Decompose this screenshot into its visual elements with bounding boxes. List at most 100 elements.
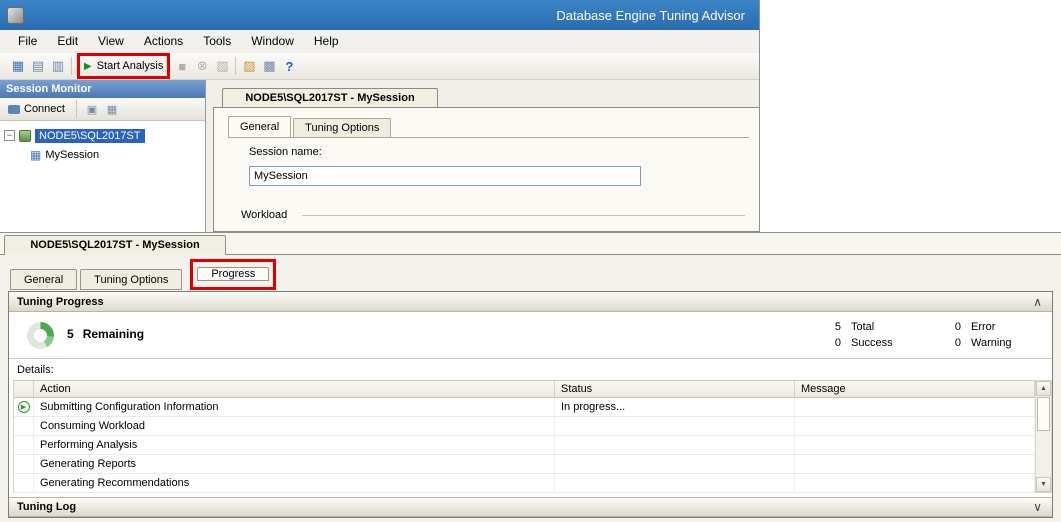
highlight-box-start-analysis: ▶ Start Analysis: [77, 53, 170, 79]
remaining-label: Remaining: [83, 327, 144, 341]
cell-message: [795, 398, 1035, 416]
server-node-label[interactable]: NODE5\SQL2017ST: [35, 129, 145, 143]
cell-message: [795, 474, 1035, 492]
menu-view[interactable]: View: [88, 30, 134, 53]
progress-details-table: Action Status Message ▶ Submitting Confi…: [13, 380, 1035, 493]
stat-error-label: Error: [971, 319, 995, 335]
cell-status: [555, 436, 795, 454]
scroll-down-icon[interactable]: ▼: [1036, 477, 1051, 492]
connect-label: Connect: [24, 103, 65, 115]
cell-message: [795, 417, 1035, 435]
table-row[interactable]: Consuming Workload: [14, 417, 1035, 436]
monitor-sessions-icon[interactable]: ▤: [28, 56, 48, 76]
table-row[interactable]: Generating Recommendations: [14, 474, 1035, 493]
session-document-tab-label: NODE5\SQL2017ST - MySession: [245, 92, 414, 104]
progress-document-tab[interactable]: NODE5\SQL2017ST - MySession: [4, 235, 226, 255]
tab-general[interactable]: General: [228, 116, 291, 137]
toolbar-separator: [71, 57, 72, 75]
details-label: Details:: [17, 364, 54, 376]
progress-document-tab-label: NODE5\SQL2017ST - MySession: [30, 239, 199, 251]
connect-button[interactable]: Connect: [4, 102, 69, 116]
session-node-label[interactable]: MySession: [45, 149, 99, 161]
clone-session-icon[interactable]: ▧: [212, 56, 232, 76]
connect-icon: [8, 105, 20, 114]
start-analysis-label: Start Analysis: [97, 60, 164, 72]
workload-groupbox-line: [302, 215, 745, 216]
cell-action: Performing Analysis: [34, 436, 555, 454]
tab-general-bottom[interactable]: General: [10, 269, 77, 290]
stat-total-label: Total: [851, 319, 874, 335]
session-name-input[interactable]: [249, 166, 641, 186]
cell-action: Submitting Configuration Information: [34, 398, 555, 416]
stat-total: 5 Total: [831, 319, 893, 335]
export-options-icon[interactable]: ▩: [259, 56, 279, 76]
column-header-message[interactable]: Message: [795, 381, 1035, 397]
session-document-panel: General Tuning Options Session name: Wor…: [213, 107, 759, 232]
tab-tuning-options[interactable]: Tuning Options: [293, 118, 391, 137]
tab-progress[interactable]: Progress: [197, 267, 269, 281]
import-options-icon[interactable]: ▨: [239, 56, 259, 76]
collapse-chevron-icon[interactable]: ∧: [1033, 296, 1042, 308]
row-indicator-column-header: [14, 381, 34, 397]
tuning-log-section-bar[interactable]: Tuning Log ∨: [9, 497, 1052, 517]
stat-success-value: 0: [831, 335, 841, 351]
menu-edit[interactable]: Edit: [47, 30, 88, 53]
row-indicator-cell: [14, 417, 34, 435]
refresh-sessions-icon[interactable]: ▦: [104, 103, 120, 116]
cell-action: Generating Reports: [34, 455, 555, 473]
row-indicator-cell: ▶: [14, 398, 34, 416]
cell-status: [555, 455, 795, 473]
stat-error-value: 0: [951, 319, 961, 335]
table-row[interactable]: ▶ Submitting Configuration Information I…: [14, 398, 1035, 417]
scroll-up-icon[interactable]: ▲: [1036, 381, 1051, 396]
menu-help[interactable]: Help: [304, 30, 349, 53]
table-scrollbar[interactable]: ▲ ▼: [1035, 380, 1052, 493]
column-header-status[interactable]: Status: [555, 381, 795, 397]
new-session-icon[interactable]: ▦: [8, 56, 28, 76]
menu-file[interactable]: File: [8, 30, 47, 53]
scrollbar-thumb[interactable]: [1037, 397, 1050, 431]
highlight-box-progress-tab: Progress: [190, 259, 276, 290]
tree-row-server[interactable]: − NODE5\SQL2017ST: [0, 126, 205, 145]
toolbar-separator-2: [235, 57, 236, 75]
menu-tools[interactable]: Tools: [193, 30, 241, 53]
help-icon[interactable]: ?: [279, 56, 299, 76]
cell-message: [795, 436, 1035, 454]
progress-summary: 5 Remaining 5 Total 0 Success 0: [9, 312, 1052, 359]
tab-tuning-options-bottom[interactable]: Tuning Options: [80, 269, 182, 290]
app-icon: [7, 7, 24, 24]
tree-expander-icon[interactable]: −: [4, 130, 15, 141]
workload-groupbox-label: Workload: [241, 209, 287, 221]
stat-warning-value: 0: [951, 335, 961, 351]
expand-chevron-icon[interactable]: ∨: [1033, 501, 1042, 513]
menu-actions[interactable]: Actions: [134, 30, 193, 53]
session-tree: − NODE5\SQL2017ST ▦ MySession: [0, 121, 205, 232]
main-toolbar: ▦ ▤ ▥ ▶ Start Analysis ■ ⊗ ▧ ▨ ▩ ?: [0, 53, 759, 80]
session-document-tab[interactable]: NODE5\SQL2017ST - MySession: [222, 88, 438, 108]
cell-status: [555, 474, 795, 492]
session-tabstrip: General Tuning Options: [228, 117, 749, 138]
tuning-progress-title: Tuning Progress: [17, 296, 104, 308]
row-indicator-cell: [14, 436, 34, 454]
session-name-label: Session name:: [249, 146, 322, 158]
tree-row-session[interactable]: ▦ MySession: [0, 145, 205, 164]
server-icon: [19, 130, 31, 142]
start-analysis-icon: ▶: [84, 61, 92, 72]
tuning-progress-section-bar[interactable]: Tuning Progress ∧: [9, 292, 1052, 312]
menu-window[interactable]: Window: [241, 30, 304, 53]
column-header-action[interactable]: Action: [34, 381, 555, 397]
preview-workload-icon[interactable]: ▥: [48, 56, 68, 76]
stop-analysis-icon[interactable]: ■: [172, 56, 192, 76]
session-monitor-panel: Session Monitor Connect ▣ ▦ − NODE5\SQL2…: [0, 80, 206, 232]
start-analysis-button[interactable]: ▶ Start Analysis: [84, 60, 163, 72]
title-bar[interactable]: Database Engine Tuning Advisor: [0, 0, 759, 30]
progress-panel: Tuning Progress ∧ 5 Remaining 5 Total 0: [8, 291, 1053, 518]
disconnect-icon[interactable]: ▣: [84, 103, 100, 116]
cancel-analysis-icon[interactable]: ⊗: [192, 56, 212, 76]
session-monitor-header: Session Monitor: [0, 80, 205, 98]
table-row[interactable]: Generating Reports: [14, 455, 1035, 474]
progress-spinner-icon: [27, 322, 54, 349]
stat-error: 0 Error: [951, 319, 1012, 335]
menu-bar: File Edit View Actions Tools Window Help: [0, 30, 759, 53]
table-row[interactable]: Performing Analysis: [14, 436, 1035, 455]
